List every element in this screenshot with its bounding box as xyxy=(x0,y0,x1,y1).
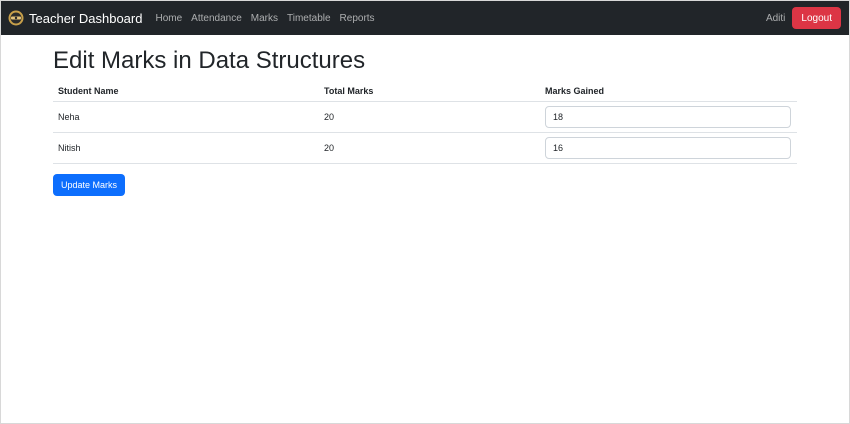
student-name-cell: Neha xyxy=(53,101,319,133)
nav-link-reports[interactable]: Reports xyxy=(340,13,375,24)
page-title: Edit Marks in Data Structures xyxy=(53,47,366,74)
navbar-user-area: Aditi Logout xyxy=(766,1,841,35)
user-name: Aditi xyxy=(765,12,786,24)
table-row: Nitish 20 xyxy=(53,132,797,164)
table-header-row: Student Name Total Marks Marks Gained xyxy=(53,81,797,102)
table-row: Neha 20 xyxy=(53,101,797,133)
marks-gained-input[interactable] xyxy=(545,106,791,128)
header-student-name: Student Name xyxy=(53,81,319,102)
main-content: Edit Marks in Data Structures Student Na… xyxy=(53,35,797,196)
header-total-marks: Total Marks xyxy=(319,81,540,102)
marks-table: Student Name Total Marks Marks Gained Ne… xyxy=(53,81,797,164)
nav-link-marks[interactable]: Marks xyxy=(251,13,278,24)
top-navbar: Teacher Dashboard Home Attendance Marks … xyxy=(1,1,849,35)
logout-button[interactable]: Logout xyxy=(792,7,841,29)
total-marks-cell: 20 xyxy=(319,132,540,164)
marks-gained-input[interactable] xyxy=(545,137,791,159)
marks-gained-cell xyxy=(540,132,797,164)
update-marks-button[interactable]: Update Marks xyxy=(53,174,126,196)
total-marks-cell: 20 xyxy=(319,101,540,133)
teacher-badge-icon xyxy=(8,10,24,26)
nav-links: Home Attendance Marks Timetable Reports xyxy=(155,13,383,24)
student-name-cell: Nitish xyxy=(53,132,319,164)
nav-link-home[interactable]: Home xyxy=(155,13,182,24)
marks-gained-cell xyxy=(540,101,797,133)
nav-link-attendance[interactable]: Attendance xyxy=(191,13,242,24)
header-marks-gained: Marks Gained xyxy=(540,81,797,102)
brand-title: Teacher Dashboard xyxy=(29,10,143,26)
nav-link-timetable[interactable]: Timetable xyxy=(287,13,331,24)
brand-link[interactable]: Teacher Dashboard xyxy=(8,10,142,26)
